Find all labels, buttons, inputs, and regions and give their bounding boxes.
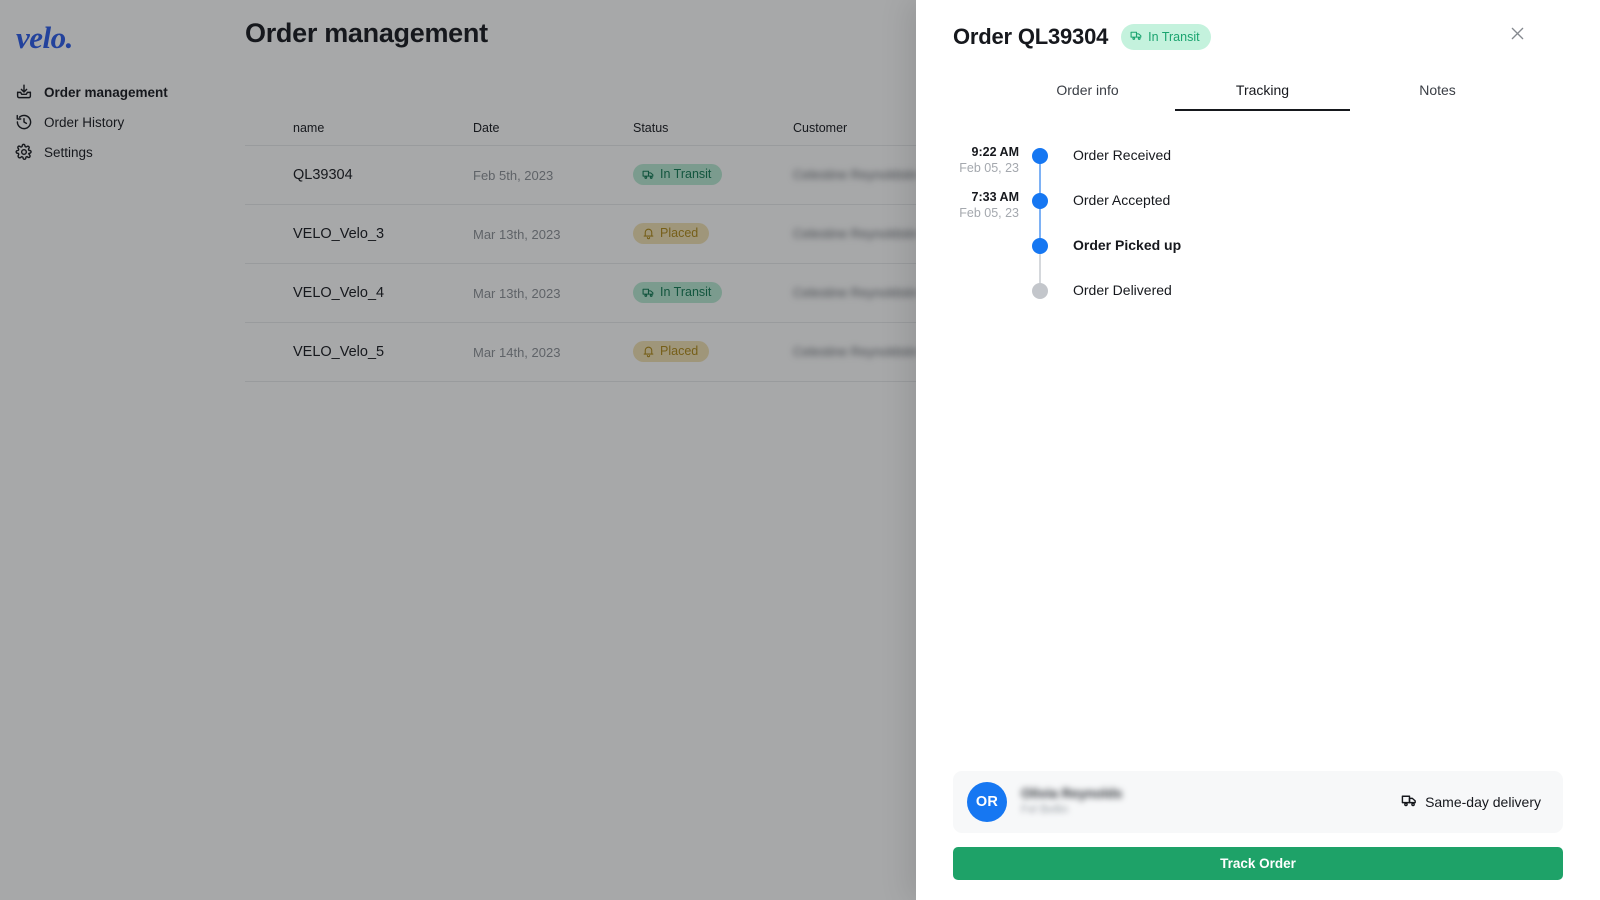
timeline-step-label: Order Received <box>1073 147 1172 163</box>
timeline-dot-done <box>1032 148 1048 164</box>
panel-title: Order QL39304 <box>953 24 1109 49</box>
courier-meta: Olivia Reynolds Fel Bellin <box>1021 785 1387 819</box>
tab-tracking[interactable]: Tracking <box>1175 82 1350 111</box>
timeline-dot-done <box>1032 193 1048 209</box>
timeline-step-order-delivered: Order Delivered <box>953 278 1600 323</box>
modal-backdrop[interactable] <box>0 0 916 900</box>
timeline-step-timestamp: 7:33 AM Feb 05, 23 <box>953 188 1019 221</box>
timeline-step-time: 9:22 AM <box>971 145 1019 159</box>
panel-status-badge-label: In Transit <box>1148 29 1200 44</box>
tab-order-info[interactable]: Order info <box>1000 82 1175 111</box>
timeline-step-time: 7:33 AM <box>971 190 1019 204</box>
close-icon[interactable] <box>1506 22 1528 44</box>
app-root: velo. Order management Order History Set… <box>0 0 1600 900</box>
timeline-step-timestamp: 9:22 AM Feb 05, 23 <box>953 143 1019 176</box>
timeline-step-label: Order Picked up <box>1073 237 1182 253</box>
truck-icon <box>1130 29 1143 45</box>
timeline-axis <box>1019 143 1061 201</box>
tab-notes[interactable]: Notes <box>1350 82 1525 111</box>
timeline-dot-pending <box>1032 283 1048 299</box>
timeline-step-timestamp <box>953 278 1019 280</box>
timeline-step-label: Order Accepted <box>1073 192 1171 208</box>
delivery-type-label: Same-day delivery <box>1425 794 1541 810</box>
panel-status-badge: In Transit <box>1121 24 1211 50</box>
panel-tabs: Order info Tracking Notes <box>1000 82 1525 111</box>
timeline-step-order-picked-up: Order Picked up <box>953 233 1600 291</box>
courier-name-redacted: Olivia Reynolds <box>1021 786 1123 802</box>
timeline-step-label: Order Delivered <box>1073 282 1172 298</box>
avatar: OR <box>967 782 1007 822</box>
timeline-step-date: Feb 05, 23 <box>959 160 1019 175</box>
timeline-step-date: Feb 05, 23 <box>959 205 1019 220</box>
timeline-dot-current <box>1032 238 1048 254</box>
panel-footer: OR Olivia Reynolds Fel Bellin Same-day d… <box>916 771 1600 900</box>
timeline-step-order-received: 9:22 AM Feb 05, 23 Order Received <box>953 143 1600 201</box>
order-detail-panel: Order QL39304 In Transit Order info Trac… <box>916 0 1600 900</box>
track-order-button[interactable]: Track Order <box>953 847 1563 880</box>
courier-card: OR Olivia Reynolds Fel Bellin Same-day d… <box>953 771 1563 833</box>
tracking-timeline: 9:22 AM Feb 05, 23 Order Received 7:33 A… <box>916 143 1600 771</box>
truck-icon <box>1401 792 1418 812</box>
timeline-step-order-accepted: 7:33 AM Feb 05, 23 Order Accepted <box>953 188 1600 246</box>
delivery-type: Same-day delivery <box>1401 792 1541 812</box>
panel-header: Order QL39304 In Transit <box>916 0 1600 56</box>
timeline-step-timestamp <box>953 233 1019 235</box>
courier-subtitle-redacted: Fel Bellin <box>1021 804 1069 817</box>
